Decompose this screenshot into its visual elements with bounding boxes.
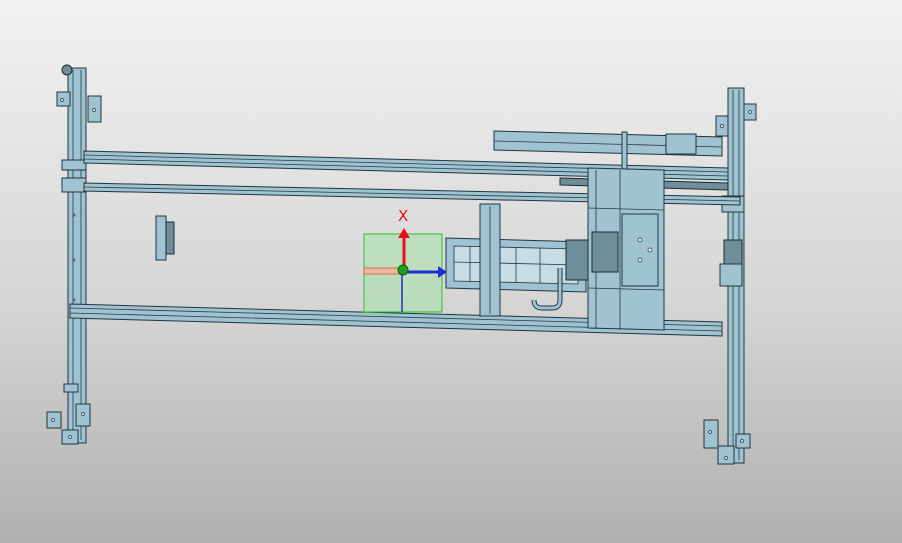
- sliding-frame[interactable]: [445, 203, 589, 317]
- carriage-plate[interactable]: [587, 167, 665, 331]
- x-axis-label: X: [398, 207, 408, 225]
- triad-origin[interactable]: [397, 264, 409, 276]
- left-vertical-post[interactable]: [46, 64, 102, 445]
- x-axis-arrowhead[interactable]: [398, 228, 410, 238]
- side-bracket[interactable]: [155, 215, 175, 261]
- coordinate-triad[interactable]: X: [363, 207, 447, 313]
- cad-viewport[interactable]: X: [0, 0, 902, 543]
- triad-shadow-bar: [363, 267, 403, 275]
- cad-scene[interactable]: X: [0, 0, 902, 543]
